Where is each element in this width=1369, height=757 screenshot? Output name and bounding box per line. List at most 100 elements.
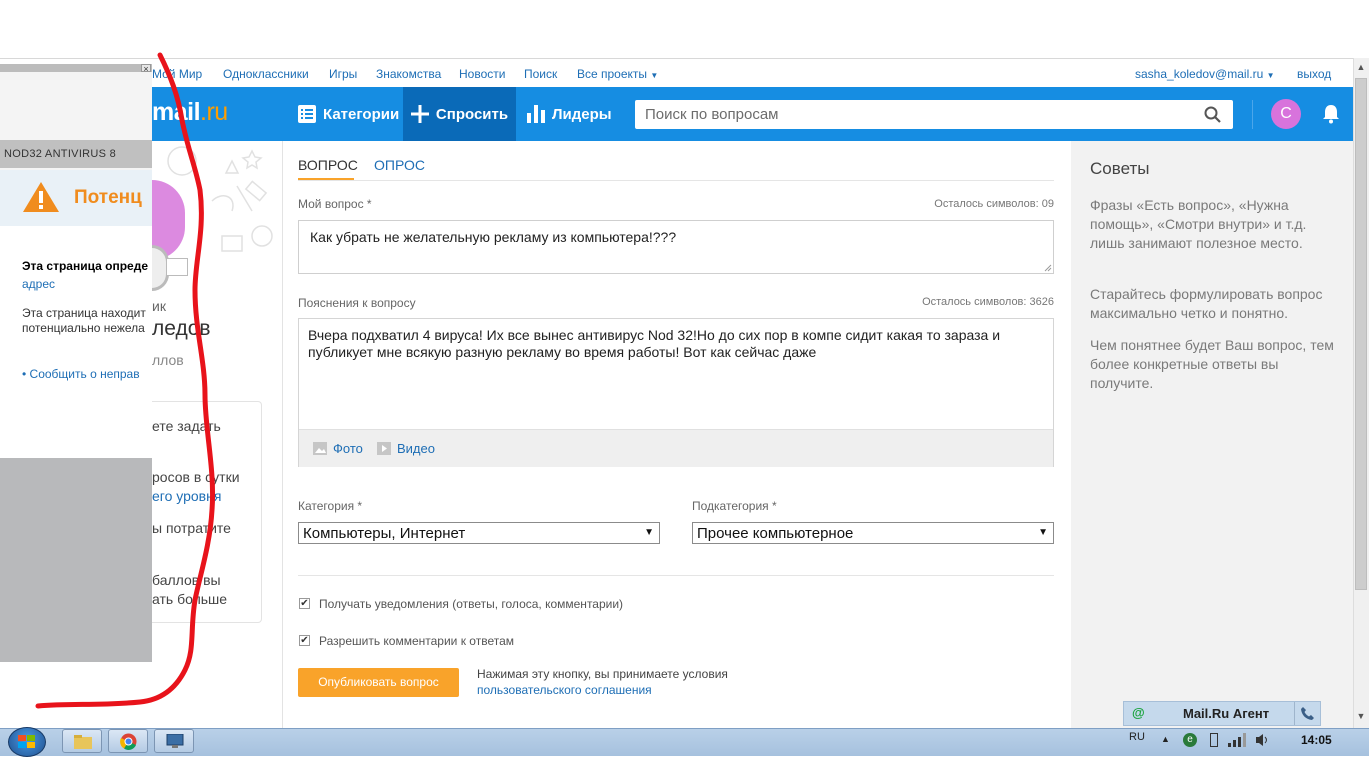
- taskbar-chrome[interactable]: [108, 729, 148, 753]
- category-select[interactable]: Компьютеры, Интернет ▼: [298, 522, 660, 544]
- tab-poll[interactable]: ОПРОС: [374, 157, 425, 173]
- search-icon[interactable]: [1204, 106, 1221, 123]
- warning-banner: Потенц: [0, 170, 152, 226]
- portal-link-all-projects[interactable]: Все проекты: [577, 67, 647, 81]
- taskbar-app[interactable]: [154, 729, 194, 753]
- question-text: Как убрать не желательную рекламу из ком…: [310, 229, 677, 245]
- comments-checkbox[interactable]: ✔: [299, 635, 310, 646]
- category-value: Компьютеры, Интернет: [303, 525, 466, 542]
- folder-icon: [74, 735, 92, 749]
- publish-button[interactable]: Опубликовать вопрос: [298, 668, 459, 697]
- chrome-icon: [120, 733, 137, 750]
- portal-all-projects[interactable]: Все проекты ▼: [577, 67, 658, 81]
- tabs-divider: [298, 180, 1054, 181]
- portal-user-menu[interactable]: sasha_koledov@mail.ru ▼: [1135, 67, 1275, 81]
- antivirus-popup-footer: [0, 458, 152, 662]
- antivirus-title-bar: NOD32 ANTIVIRUS 8: [0, 140, 152, 168]
- portal-link-news[interactable]: Новости: [459, 67, 505, 81]
- comments-label: Разрешить комментарии к ответам: [319, 634, 515, 648]
- portal-link-search[interactable]: Поиск: [524, 67, 557, 81]
- subcategory-label: Подкатегория *: [692, 499, 777, 513]
- notify-checkbox[interactable]: ✔: [299, 598, 310, 609]
- logo-text: mail: [152, 98, 201, 126]
- subcategory-select[interactable]: Прочее компьютерное ▼: [692, 522, 1054, 544]
- battery-icon[interactable]: [1210, 733, 1218, 747]
- profile-role: ик: [152, 298, 166, 314]
- ask-label: Спросить: [435, 105, 509, 123]
- scroll-thumb[interactable]: [1355, 78, 1367, 590]
- form-divider: [298, 575, 1054, 576]
- language-indicator[interactable]: RU: [1129, 731, 1145, 743]
- tray-expand-icon[interactable]: ▲: [1161, 734, 1170, 744]
- warning-title: Потенц: [74, 187, 142, 208]
- portal-link-dating[interactable]: Знакомства: [376, 67, 441, 81]
- explain-counter: Осталось символов: 3626: [922, 296, 1054, 308]
- portal-link-odnoklassniki[interactable]: Одноклассники: [223, 67, 309, 81]
- agent-at-icon: @: [1132, 705, 1145, 720]
- dropdown-arrow-icon: ▼: [644, 527, 654, 538]
- attach-bar: Фото Видео: [299, 429, 1053, 467]
- limits-level-link[interactable]: его уровня: [152, 488, 221, 504]
- limits-line-5: баллов вы: [152, 572, 221, 588]
- question-search: [635, 100, 1233, 129]
- bar-chart-icon: [527, 105, 545, 123]
- portal-link-games[interactable]: Игры: [329, 67, 357, 81]
- clock[interactable]: 14:05: [1301, 733, 1332, 747]
- attach-photo-label: Фото: [333, 441, 363, 456]
- attach-video-button[interactable]: Видео: [377, 441, 435, 456]
- chat-bubble-icon: [166, 258, 188, 276]
- logo-suffix: .ru: [200, 98, 228, 126]
- video-icon: [377, 442, 391, 455]
- resize-handle-icon[interactable]: [1044, 264, 1052, 272]
- tip-3: Чем понятнее будет Ваш вопрос, тем более…: [1090, 337, 1334, 391]
- question-field[interactable]: Как убрать не желательную рекламу из ком…: [298, 220, 1054, 274]
- browser-content-top: [0, 0, 1355, 59]
- windows-logo-icon: [18, 735, 35, 748]
- profile-points: ллов: [152, 352, 184, 368]
- warning-address-link[interactable]: адрес: [22, 277, 55, 291]
- agent-label: Mail.Ru Агент: [1183, 706, 1270, 721]
- volume-icon[interactable]: [1255, 733, 1271, 747]
- limits-line-1: ете задать: [152, 418, 221, 434]
- leaders-label: Лидеры: [552, 105, 612, 123]
- scroll-down-icon[interactable]: ▼: [1355, 711, 1367, 721]
- categories-button[interactable]: Категории: [298, 87, 399, 141]
- chevron-down-icon: ▼: [650, 71, 659, 80]
- explain-label: Пояснения к вопросу: [298, 296, 416, 310]
- limits-line-4: ы потратите: [152, 520, 231, 536]
- scroll-up-icon[interactable]: ▲: [1355, 62, 1367, 72]
- terms-link[interactable]: пользовательского соглашения: [477, 683, 652, 697]
- ask-button[interactable]: Спросить: [403, 87, 516, 141]
- search-input[interactable]: [645, 106, 1185, 123]
- attach-video-label: Видео: [397, 441, 435, 456]
- warning-icon: [23, 182, 59, 212]
- attach-photo-button[interactable]: Фото: [313, 441, 363, 456]
- tab-question[interactable]: ВОПРОС: [298, 157, 358, 173]
- limits-line-2: росов в сутки: [152, 469, 240, 485]
- question-label: Мой вопрос *: [298, 197, 372, 211]
- explain-field[interactable]: Вчера подхватил 4 вируса! Их все вынес а…: [298, 318, 1054, 467]
- leaders-button[interactable]: Лидеры: [527, 87, 612, 141]
- bell-icon[interactable]: [1322, 104, 1340, 124]
- start-button[interactable]: [8, 727, 46, 757]
- close-icon[interactable]: ×: [141, 64, 151, 74]
- list-icon: [298, 105, 316, 123]
- warning-text-2: потенциально нежела: [22, 321, 145, 335]
- taskbar-explorer[interactable]: [62, 729, 102, 753]
- warning-heading: Эта страница опреде: [22, 259, 149, 273]
- user-email[interactable]: sasha_koledov@mail.ru: [1135, 67, 1263, 81]
- logout-link[interactable]: выход: [1297, 67, 1331, 81]
- site-logo[interactable]: mail.ru: [152, 98, 228, 127]
- terms-text: Нажимая эту кнопку, вы принимаете услови…: [477, 667, 728, 681]
- warning-body: Эта страница опреде адрес Эта страница н…: [0, 226, 152, 458]
- profile-name[interactable]: ледов: [152, 317, 211, 341]
- portal-link-myworld[interactable]: Мой Мир: [152, 67, 202, 81]
- agent-divider: [1294, 702, 1295, 725]
- phone-icon[interactable]: [1300, 706, 1315, 721]
- signal-icon[interactable]: [1228, 733, 1246, 747]
- avatar[interactable]: С: [1271, 99, 1301, 129]
- report-link[interactable]: • Сообщить о неправ: [22, 367, 140, 381]
- tray-app-icon[interactable]: e: [1183, 733, 1197, 747]
- mail-agent-bar[interactable]: @ Mail.Ru Агент: [1123, 701, 1321, 726]
- tip-1: Фразы «Есть вопрос», «Нужна помощь», «См…: [1090, 197, 1307, 251]
